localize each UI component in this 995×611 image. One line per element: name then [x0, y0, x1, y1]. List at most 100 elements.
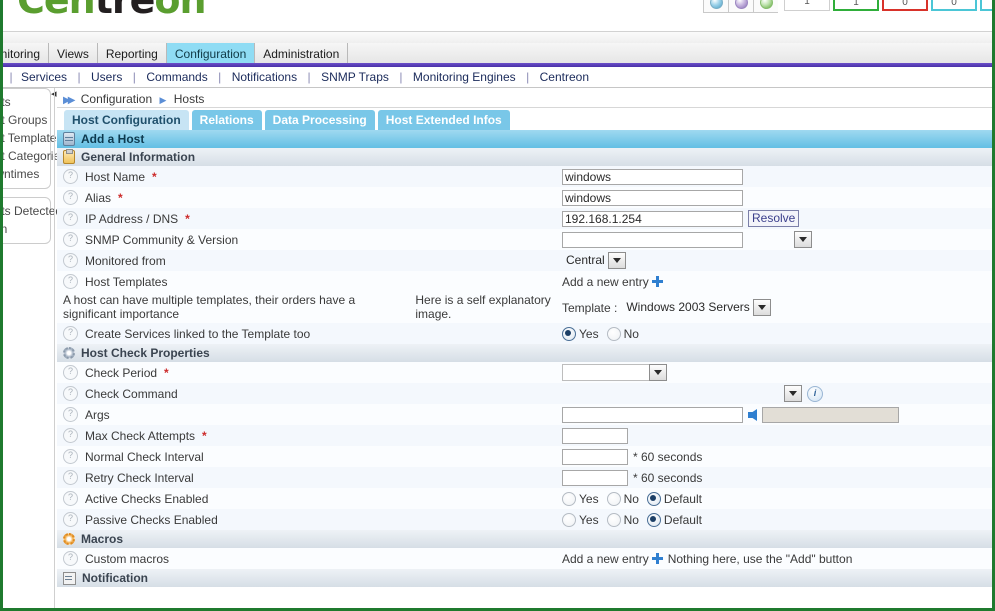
sidebar-item-scan[interactable]: Scan — [3, 220, 50, 238]
tab-host-extended-infos[interactable]: Host Extended Infos — [377, 110, 510, 130]
template-select[interactable]: Windows 2003 Servers — [622, 299, 771, 316]
submenu-item-users[interactable]: Users — [87, 70, 126, 84]
help-icon[interactable]: ? — [63, 512, 78, 527]
help-icon[interactable]: ? — [63, 449, 78, 464]
database-icon[interactable] — [728, 0, 753, 13]
help-icon[interactable]: ? — [63, 386, 78, 401]
menu-item-administration[interactable]: Administration — [255, 43, 349, 63]
radio-dot-icon[interactable] — [646, 512, 661, 527]
active-checks-radio-group: Yes No Default — [562, 491, 706, 506]
tab-data-processing[interactable]: Data Processing — [264, 110, 375, 130]
plus-icon[interactable] — [651, 553, 663, 564]
help-icon[interactable]: ? — [63, 274, 78, 289]
chevron-down-icon[interactable] — [607, 252, 626, 269]
help-icon[interactable]: ? — [63, 169, 78, 184]
breadcrumb-root[interactable]: Configuration — [81, 92, 152, 106]
add-new-entry-macros[interactable]: Add a new entry — [562, 552, 663, 566]
submenu-item-monitoring-engines[interactable]: Monitoring Engines — [409, 70, 520, 84]
radio-create-services-yes[interactable]: Yes — [562, 326, 599, 341]
host-name-input[interactable] — [562, 168, 743, 185]
radio-label-default: Default — [663, 491, 702, 506]
radio-dot-icon[interactable] — [606, 512, 621, 527]
radio-passive-checks-default[interactable]: Default — [646, 512, 702, 527]
help-icon[interactable]: ? — [63, 211, 78, 226]
plus-icon[interactable] — [651, 276, 663, 287]
radio-active-checks-no[interactable]: No — [606, 491, 639, 506]
status-box-critical[interactable]: 0 — [882, 0, 928, 11]
menu-item-reporting[interactable]: Reporting — [98, 43, 167, 63]
radio-passive-checks-no[interactable]: No — [606, 512, 639, 527]
resolve-button[interactable]: Resolve — [748, 210, 800, 227]
radio-dot-icon[interactable] — [562, 491, 576, 506]
radio-active-checks-yes[interactable]: Yes — [562, 491, 599, 506]
radio-passive-checks-yes[interactable]: Yes — [562, 512, 599, 527]
sidebar: Hosts Host Groups Host Templates Host Ca… — [3, 88, 66, 252]
help-icon[interactable]: ? — [63, 190, 78, 205]
sidebar-item-downtimes[interactable]: Downtimes — [3, 165, 50, 183]
help-icon[interactable]: ? — [63, 365, 78, 380]
control-host-templates-add: Add a new entry — [562, 275, 992, 289]
check-command-select[interactable] — [562, 385, 802, 402]
check-period-select[interactable] — [562, 364, 667, 381]
tab-host-configuration[interactable]: Host Configuration — [64, 110, 189, 130]
help-icon[interactable]: ? — [63, 326, 78, 341]
radio-dot-icon[interactable] — [562, 326, 576, 341]
radio-dot-icon[interactable] — [646, 491, 661, 506]
breadcrumb-separator-icon: ▶ — [159, 95, 167, 105]
add-new-entry-templates[interactable]: Add a new entry — [562, 275, 663, 289]
label-ip-address: IP Address / DNS — [85, 211, 179, 226]
breadcrumb: ▶▶ Configuration ▶ Hosts — [57, 88, 992, 108]
poller-icon[interactable] — [703, 0, 728, 13]
help-icon[interactable]: ? — [63, 491, 78, 506]
monitored-from-select[interactable]: Central — [562, 252, 626, 269]
sidebar-item-host-templates[interactable]: Host Templates — [3, 129, 62, 147]
status-box-total[interactable]: 1 — [784, 0, 830, 11]
chevron-down-icon[interactable] — [752, 299, 771, 316]
radio-dot-icon[interactable] — [606, 326, 621, 341]
radio-dot-icon[interactable] — [606, 491, 621, 506]
status-box-ok[interactable]: 1 — [833, 0, 879, 11]
ip-address-input[interactable] — [562, 210, 743, 227]
help-icon[interactable]: ? — [63, 232, 78, 247]
row-host-templates: ? Host Templates Add a new entry — [57, 271, 992, 292]
retry-check-interval-input[interactable] — [562, 469, 628, 486]
help-icon[interactable]: ? — [63, 253, 78, 268]
chevron-down-icon[interactable] — [794, 231, 812, 248]
chevron-down-icon[interactable] — [784, 385, 802, 402]
help-icon[interactable]: ? — [63, 407, 78, 422]
sidebar-item-host-groups[interactable]: Host Groups — [3, 111, 50, 129]
info-icon[interactable]: i — [807, 385, 823, 402]
engine-icon[interactable] — [753, 0, 778, 13]
chevron-down-icon[interactable] — [649, 364, 667, 381]
menu-item-configuration[interactable]: Configuration — [166, 43, 256, 63]
snmp-version-select[interactable] — [748, 231, 812, 248]
max-check-attempts-input[interactable] — [562, 427, 628, 444]
submenu-item-services[interactable]: Services — [17, 70, 71, 84]
args-input[interactable] — [562, 406, 743, 423]
status-box-unknown[interactable]: 0 — [931, 0, 977, 11]
normal-check-interval-input[interactable] — [562, 448, 628, 465]
row-passive-checks: ? Passive Checks Enabled Yes No Default — [57, 509, 992, 530]
menu-item-views[interactable]: Views — [49, 43, 98, 63]
radio-create-services-no[interactable]: No — [606, 326, 639, 341]
required-marker: * — [202, 428, 207, 443]
snmp-community-input[interactable] — [562, 231, 743, 248]
tab-relations[interactable]: Relations — [191, 110, 262, 130]
sidebar-item-hosts[interactable]: Hosts — [3, 93, 50, 111]
sidebar-item-host-categories[interactable]: Host Categories — [3, 147, 66, 165]
submenu-item-snmp-traps[interactable]: SNMP Traps — [317, 70, 393, 84]
help-icon[interactable]: ? — [63, 470, 78, 485]
radio-active-checks-default[interactable]: Default — [646, 491, 702, 506]
alias-input[interactable] — [562, 189, 743, 206]
radio-label-yes: Yes — [579, 512, 599, 527]
sidebar-item-hosts-detected[interactable]: Hosts Detected — [3, 202, 62, 220]
radio-dot-icon[interactable] — [562, 512, 576, 527]
menu-item-monitoring[interactable]: Monitoring — [3, 43, 50, 63]
submenu-item-centreon[interactable]: Centreon — [536, 70, 593, 84]
submenu-item-notifications[interactable]: Notifications — [228, 70, 301, 84]
help-icon[interactable]: ? — [63, 551, 78, 566]
arrow-left-icon[interactable] — [748, 408, 757, 421]
submenu-item-commands[interactable]: Commands — [142, 70, 211, 84]
help-icon[interactable]: ? — [63, 428, 78, 443]
status-box-pending[interactable]: 0 — [980, 0, 992, 11]
